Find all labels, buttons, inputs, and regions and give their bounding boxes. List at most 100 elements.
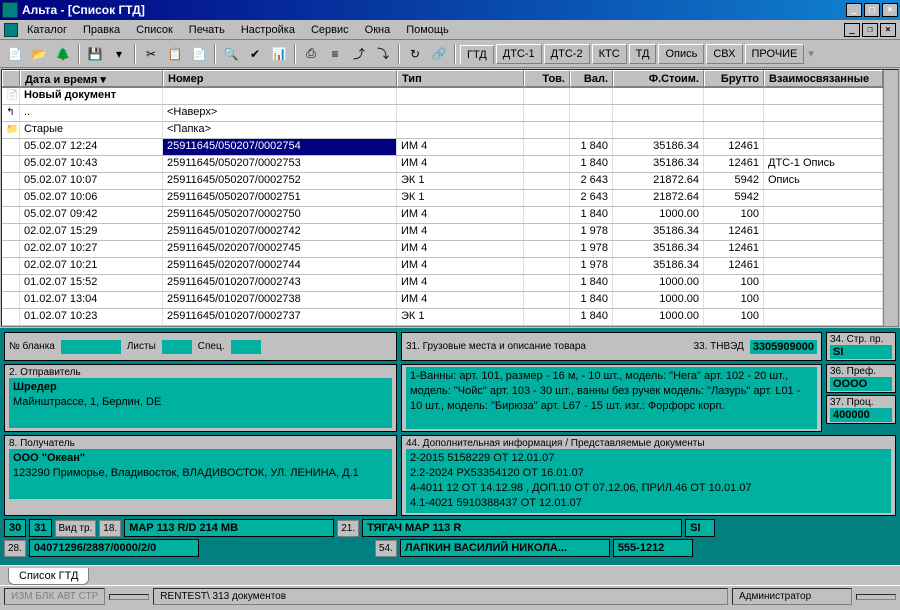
str-value: SI: [830, 345, 892, 359]
folder-tree-icon[interactable]: 🌲: [52, 43, 74, 65]
f31: 31: [29, 519, 51, 537]
tab-other[interactable]: ПРОЧИЕ: [745, 44, 805, 64]
f21-label: 21.: [337, 520, 359, 537]
refresh-icon[interactable]: ↻: [404, 43, 426, 65]
mdi-restore-button[interactable]: ❐: [862, 23, 878, 37]
tab-gtd[interactable]: ГТД: [460, 45, 494, 65]
sheet-tab-list[interactable]: Список ГТД: [8, 568, 89, 585]
table-row[interactable]: ..<Наверх>: [2, 105, 883, 122]
table-row[interactable]: 05.02.07 10:4325911645/050207/0002753ИМ …: [2, 156, 883, 173]
col-brutto[interactable]: Брутто: [704, 70, 764, 87]
col-icon[interactable]: [2, 70, 20, 87]
app-icon: [2, 2, 18, 18]
table-row[interactable]: Новый документ: [2, 88, 883, 105]
new-doc-icon[interactable]: 📄: [4, 43, 26, 65]
menu-catalog[interactable]: Каталог: [20, 22, 74, 38]
table-row[interactable]: 01.02.07 13:0425911645/010207/0002738ИМ …: [2, 292, 883, 309]
col-tov[interactable]: Тов.: [524, 70, 570, 87]
table-row[interactable]: 05.02.07 10:0725911645/050207/0002752ЭК …: [2, 173, 883, 190]
mdi-close-button[interactable]: ×: [880, 23, 896, 37]
menu-print[interactable]: Печать: [182, 22, 232, 38]
tab-td[interactable]: ТД: [629, 44, 657, 64]
maximize-button[interactable]: □: [864, 3, 880, 17]
tab-opis[interactable]: Опись: [658, 44, 704, 64]
sort-desc-icon: ▾: [100, 74, 106, 86]
open-icon[interactable]: 📂: [28, 43, 50, 65]
sender-label: 2. Отправитель: [9, 367, 392, 378]
table-row[interactable]: 05.02.07 10:0625911645/050207/0002751ЭК …: [2, 190, 883, 207]
table-row[interactable]: 01.02.07 15:5225911645/010207/0002743ИМ …: [2, 275, 883, 292]
mdi-minimize-button[interactable]: _: [844, 23, 860, 37]
f28-label: 28.: [4, 540, 26, 557]
col-type[interactable]: Тип: [397, 70, 524, 87]
sheets-label: Листы: [127, 341, 156, 352]
f18-value: МАР 113 R/D 214 МВ: [124, 519, 334, 537]
f30: 30: [4, 519, 26, 537]
copy-icon[interactable]: 📋: [164, 43, 186, 65]
col-fstoim[interactable]: Ф.Стоим.: [613, 70, 704, 87]
f54-value: ЛАПКИН ВАСИЛИЙ НИКОЛА...: [400, 539, 610, 557]
titlebar: Альта - [Список ГТД] _ □ ×: [0, 0, 900, 20]
statusbar: ИЗМ БЛК АВТ СТР RENTEST\ 313 документов …: [0, 585, 900, 607]
chevron-down-icon[interactable]: ▾: [808, 47, 814, 60]
chart-icon[interactable]: 📊: [268, 43, 290, 65]
f18-label: 18.: [99, 520, 121, 537]
vertical-scrollbar[interactable]: [883, 70, 898, 326]
pref-label: 36. Преф.: [830, 366, 892, 377]
status-empty2: [856, 594, 896, 600]
tab-dts2[interactable]: ДТС-2: [544, 44, 590, 64]
menubar: Каталог Правка Список Печать Настройка С…: [0, 20, 900, 40]
receiver-content: ООО "Океан" 123290 Приморье, Владивосток…: [9, 449, 392, 499]
table-row[interactable]: 02.02.07 15:2925911645/010207/0002742ИМ …: [2, 224, 883, 241]
table-row[interactable]: Старые<Папка>: [2, 122, 883, 139]
col-linked[interactable]: Взаимосвязанные: [764, 70, 883, 87]
tab-kts[interactable]: КТС: [592, 44, 627, 64]
sender-content: Шредер Майнштрассе, 1, Берлин, DE: [9, 378, 392, 428]
col-number[interactable]: Номер: [163, 70, 397, 87]
save-icon[interactable]: 💾: [84, 43, 106, 65]
menu-windows[interactable]: Окна: [358, 22, 398, 38]
save-dropdown-icon[interactable]: ▾: [108, 43, 130, 65]
proc-value: 400000: [830, 408, 892, 422]
tab-svh[interactable]: СВХ: [706, 44, 742, 64]
table-row[interactable]: 05.02.07 09:4225911645/050207/0002750ИМ …: [2, 207, 883, 224]
col-date[interactable]: Дата и время ▾: [20, 70, 163, 87]
pref-value: ОООО: [830, 377, 892, 391]
col-val[interactable]: Вал.: [570, 70, 613, 87]
misc2-icon[interactable]: ≡: [324, 43, 346, 65]
docs-content: 2-2015 5158229 ОТ 12.01.07 2.2-2024 РХ53…: [406, 449, 891, 513]
tab-dts1[interactable]: ДТС-1: [496, 44, 542, 64]
menu-list[interactable]: Список: [129, 22, 180, 38]
cut-icon[interactable]: ✂: [140, 43, 162, 65]
status-empty1: [109, 594, 149, 600]
table-row[interactable]: 02.02.07 10:2725911645/020207/0002745ИМ …: [2, 241, 883, 258]
docs-label: 44. Дополнительная информация / Представ…: [406, 438, 891, 449]
paste-icon[interactable]: 📄: [188, 43, 210, 65]
misc1-icon[interactable]: ⎙: [300, 43, 322, 65]
menu-edit[interactable]: Правка: [76, 22, 127, 38]
misc4-icon[interactable]: ⤵: [372, 43, 394, 65]
menu-help[interactable]: Помощь: [399, 22, 456, 38]
goods-label: 31. Грузовые места и описание товара: [406, 341, 586, 352]
f54-label: 54.: [375, 540, 397, 557]
grid-body[interactable]: Новый документ..<Наверх>Старые<Папка>05.…: [2, 88, 883, 327]
blank-value: [61, 340, 121, 354]
status-user: Администратор: [732, 588, 852, 605]
window-title: Альта - [Список ГТД]: [22, 3, 846, 17]
find-icon[interactable]: 🔍: [220, 43, 242, 65]
table-row[interactable]: 01.02.07 10:2325911645/010207/0002737ЭК …: [2, 309, 883, 326]
f21-value: ТЯГАЧ МАР 113 R: [362, 519, 682, 537]
minimize-button[interactable]: _: [846, 3, 862, 17]
misc3-icon[interactable]: ⤴: [348, 43, 370, 65]
status-info: RENTEST\ 313 документов: [153, 588, 728, 605]
spec-value: [231, 340, 261, 354]
link-icon[interactable]: 🔗: [428, 43, 450, 65]
close-button[interactable]: ×: [882, 3, 898, 17]
goods-content: 1-Ванны: арт. 101, размер - 16 м, - 10 ш…: [406, 367, 817, 429]
table-row[interactable]: 05.02.07 12:2425911645/050207/0002754ИМ …: [2, 139, 883, 156]
menu-settings[interactable]: Настройка: [234, 22, 302, 38]
menu-service[interactable]: Сервис: [304, 22, 356, 38]
check-icon[interactable]: ✔: [244, 43, 266, 65]
table-row[interactable]: 02.02.07 10:2125911645/020207/0002744ИМ …: [2, 258, 883, 275]
tnved-label: 33. ТНВЭД: [694, 341, 744, 352]
